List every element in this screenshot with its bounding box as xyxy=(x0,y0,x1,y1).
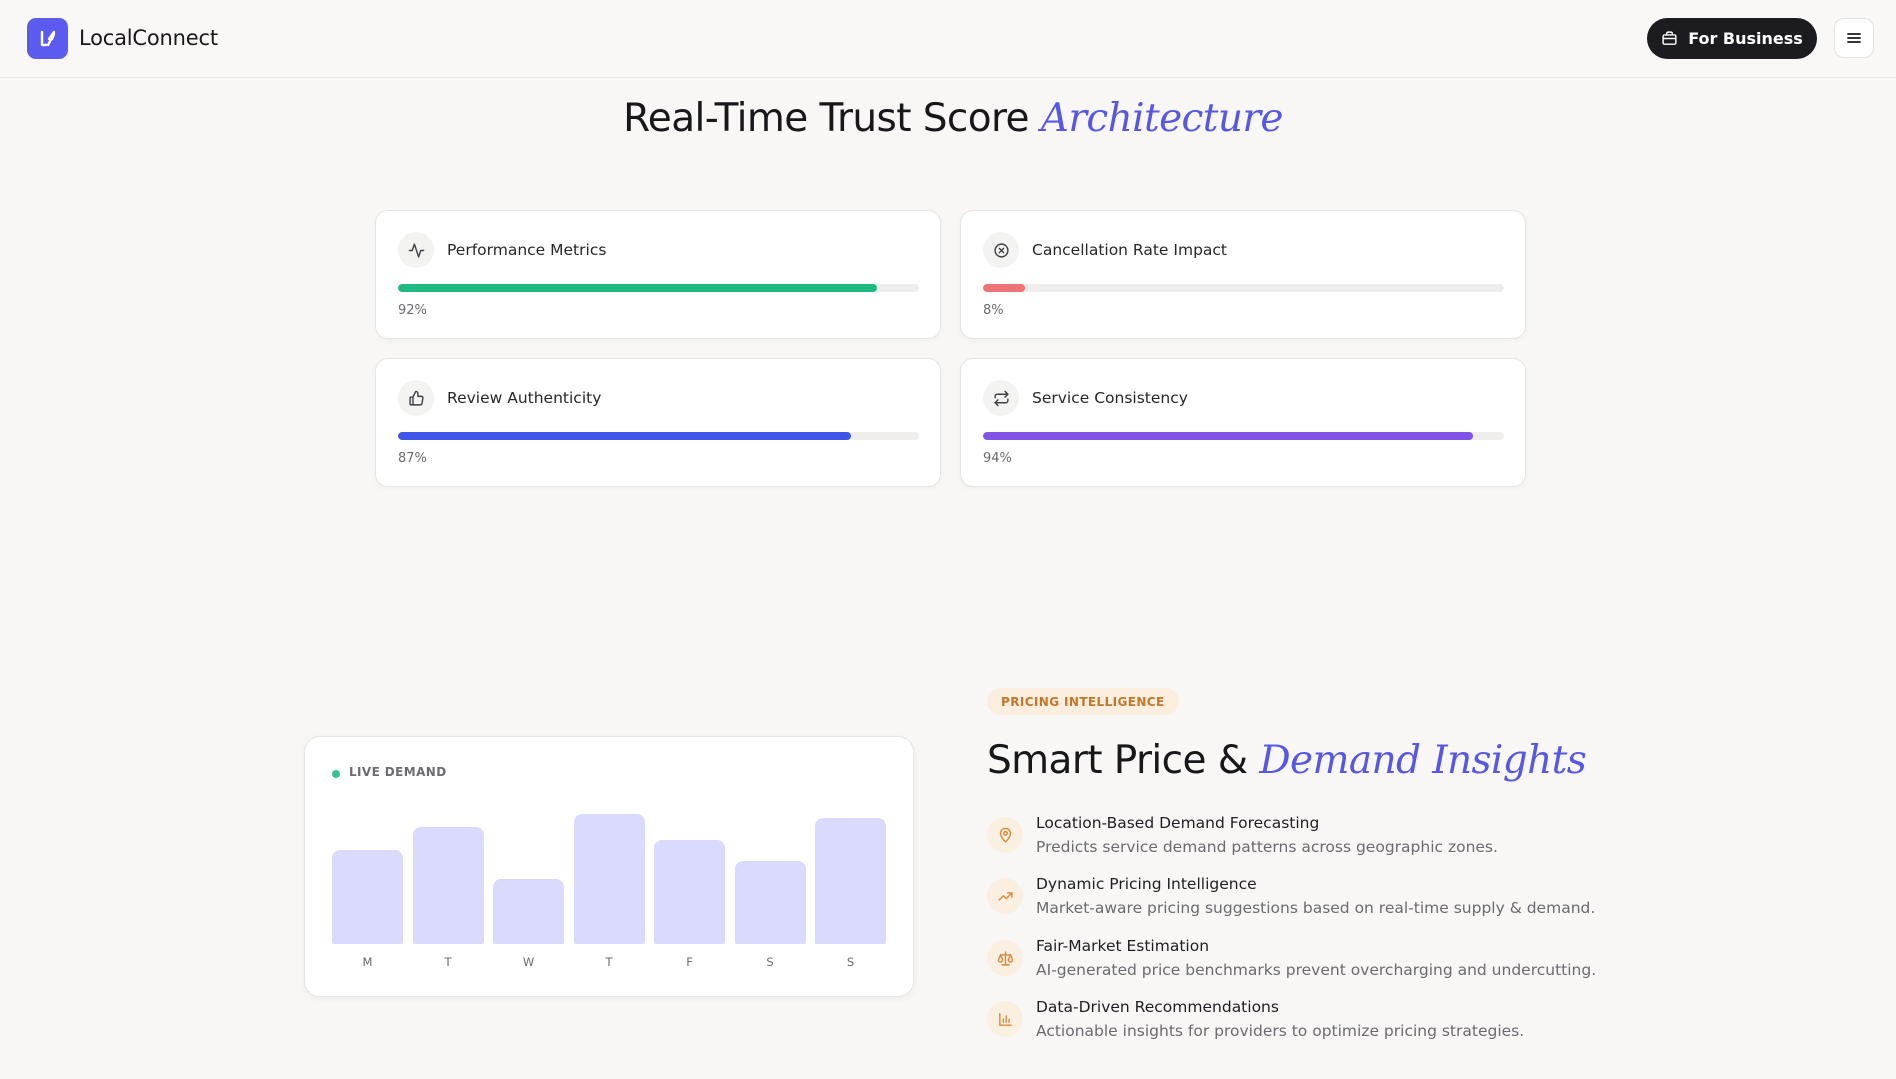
feature-description: Predicts service demand patterns across … xyxy=(1036,838,1498,856)
metric-card-service-consistency: Service Consistency 94% xyxy=(960,358,1526,487)
day-label: F xyxy=(686,955,693,969)
demand-bar xyxy=(815,818,886,944)
progress-track xyxy=(398,432,919,440)
pricing-intelligence-badge: PRICING INTELLIGENCE xyxy=(987,688,1179,715)
hamburger-menu-icon xyxy=(1847,33,1861,43)
trending-up-icon xyxy=(987,878,1023,914)
metric-percent: 94% xyxy=(983,451,1012,466)
demand-bar xyxy=(573,814,645,944)
day-label: T xyxy=(605,955,613,969)
progress-track xyxy=(983,432,1504,440)
day-label: W xyxy=(522,955,535,969)
feature-item-location-forecasting: Location-Based Demand Forecasting Predic… xyxy=(987,814,1627,864)
day-label: S xyxy=(766,955,774,969)
trust-score-title: Real-Time Trust Score xyxy=(623,96,1029,141)
for-business-label: For Business xyxy=(1688,29,1803,48)
briefcase-icon xyxy=(1662,31,1677,45)
brand-name[interactable]: LocalConnect xyxy=(79,26,218,50)
progress-fill xyxy=(983,432,1473,440)
pricing-heading: Smart Price & Demand Insights xyxy=(987,738,1587,783)
progress-fill xyxy=(398,284,878,292)
demand-bar-chart: MTWTFSS xyxy=(332,737,892,998)
activity-icon xyxy=(398,232,434,268)
day-label: M xyxy=(362,955,373,969)
progress-fill xyxy=(983,284,1025,292)
metric-label: Performance Metrics xyxy=(447,241,607,259)
pricing-title: Smart Price & xyxy=(987,738,1248,783)
metric-label: Service Consistency xyxy=(1032,389,1188,407)
trust-score-title-accent: Architecture xyxy=(1040,96,1284,141)
progress-track xyxy=(983,284,1504,292)
metric-card-cancellation: Cancellation Rate Impact 8% xyxy=(960,210,1526,339)
day-label: S xyxy=(846,955,855,969)
feature-description: Market-aware pricing suggestions based o… xyxy=(1036,899,1596,917)
demand-bar xyxy=(412,827,484,944)
map-pin-icon xyxy=(987,817,1023,853)
x-circle-icon xyxy=(983,232,1019,268)
feature-description: AI-generated price benchmarks prevent ov… xyxy=(1036,961,1597,979)
brand-logo-icon[interactable] xyxy=(27,18,68,59)
feature-title: Fair-Market Estimation xyxy=(1036,937,1210,955)
feature-item-fair-market: Fair-Market Estimation AI-generated pric… xyxy=(987,937,1627,987)
feature-title: Dynamic Pricing Intelligence xyxy=(1036,875,1257,893)
scale-icon xyxy=(987,940,1023,976)
top-navigation-bar: LocalConnect For Business xyxy=(0,0,1896,78)
feature-description: Actionable insights for providers to opt… xyxy=(1036,1022,1525,1040)
metric-card-performance: Performance Metrics 92% xyxy=(375,210,941,339)
menu-button[interactable] xyxy=(1834,18,1874,58)
progress-track xyxy=(398,284,919,292)
feature-item-data-driven: Data-Driven Recommendations Actionable i… xyxy=(987,998,1627,1048)
metric-card-review-authenticity: Review Authenticity 87% xyxy=(375,358,941,487)
repeat-icon xyxy=(983,380,1019,416)
demand-bar xyxy=(734,861,806,944)
live-demand-card: LIVE DEMAND MTWTFSS xyxy=(304,736,914,997)
metric-percent: 87% xyxy=(398,451,427,466)
metric-label: Cancellation Rate Impact xyxy=(1032,241,1228,259)
metric-percent: 8% xyxy=(983,303,1004,318)
pricing-title-accent: Demand Insights xyxy=(1259,738,1587,783)
demand-bar xyxy=(332,850,403,944)
for-business-button[interactable]: For Business xyxy=(1647,18,1817,59)
trust-score-heading: Real-Time Trust Score Architecture xyxy=(0,96,1896,141)
feature-title: Data-Driven Recommendations xyxy=(1036,998,1279,1016)
progress-fill xyxy=(398,432,852,440)
feature-item-dynamic-pricing: Dynamic Pricing Intelligence Market-awar… xyxy=(987,875,1627,925)
demand-bar xyxy=(493,879,564,944)
feature-title: Location-Based Demand Forecasting xyxy=(1036,814,1320,832)
metric-label: Review Authenticity xyxy=(447,389,602,407)
metric-percent: 92% xyxy=(398,303,427,318)
bar-chart-icon xyxy=(987,1001,1023,1037)
thumbs-up-icon xyxy=(398,380,434,416)
day-label: T xyxy=(444,955,452,969)
demand-bar xyxy=(654,840,725,944)
page: LocalConnect For Business Real-Time Trus… xyxy=(0,0,1896,1079)
